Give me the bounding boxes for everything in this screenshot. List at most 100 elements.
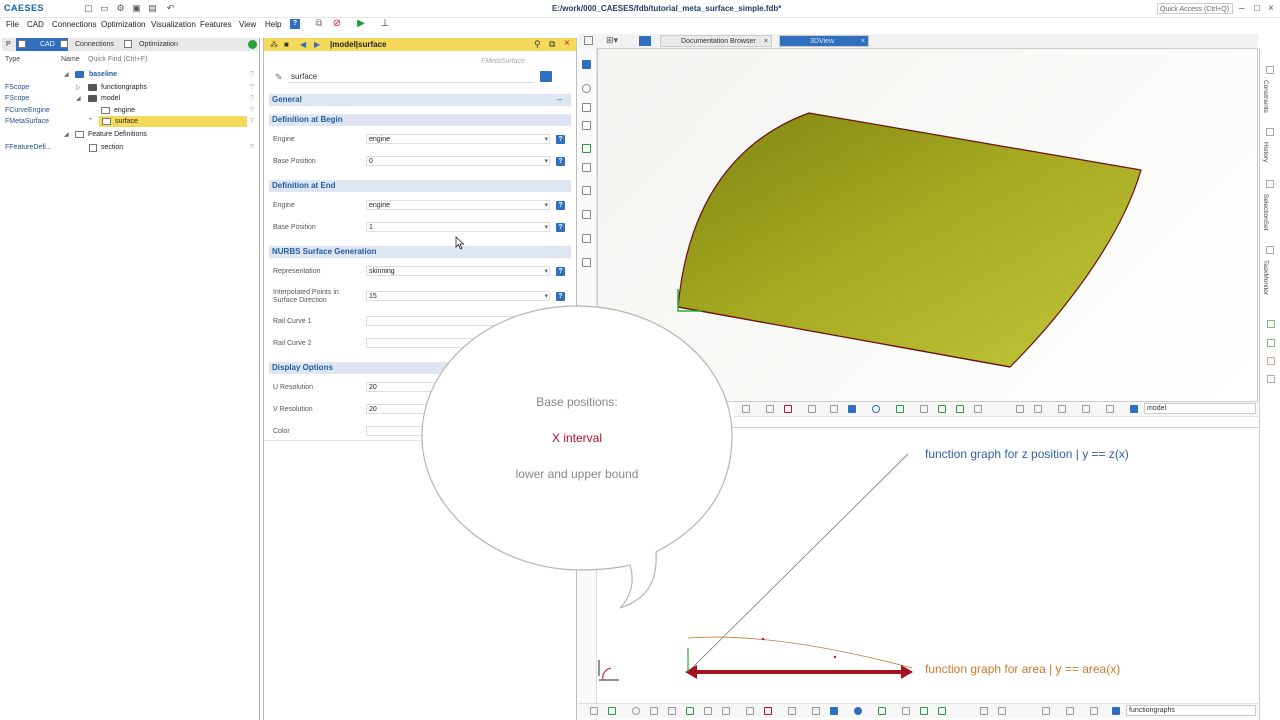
search-icon[interactable]: ⚲ bbox=[534, 39, 541, 50]
open-file-icon[interactable]: ▭ bbox=[100, 4, 109, 13]
view-iso-icon[interactable] bbox=[920, 405, 928, 413]
representation-select[interactable]: skinning ▾ bbox=[366, 266, 550, 276]
sidebar-tab-history[interactable]: History bbox=[1262, 142, 1269, 162]
info-icon[interactable] bbox=[854, 707, 862, 715]
menu-optimization[interactable]: Optimization bbox=[101, 20, 145, 29]
view-bottom-icon[interactable] bbox=[1034, 405, 1042, 413]
curve-icon[interactable] bbox=[668, 707, 676, 715]
feature-tool-icon[interactable] bbox=[582, 234, 591, 243]
section-definition-begin[interactable]: Definition at Begin bbox=[269, 114, 571, 126]
menu-features[interactable]: Features bbox=[200, 20, 232, 29]
search-icon[interactable] bbox=[1130, 405, 1138, 413]
fit-icon[interactable] bbox=[590, 707, 598, 715]
menu-visualization[interactable]: Visualization bbox=[151, 20, 196, 29]
sidebar-tab-constraints[interactable]: Constraints bbox=[1262, 80, 1269, 113]
grid-layout-icon[interactable]: ⊞▾ bbox=[606, 35, 618, 46]
menu-cad[interactable]: CAD bbox=[27, 20, 44, 29]
help-icon[interactable]: ? bbox=[556, 223, 565, 232]
lock-icon[interactable] bbox=[896, 405, 904, 413]
save-icon[interactable]: ▣ bbox=[132, 4, 141, 13]
maximize-icon[interactable]: □ bbox=[1254, 3, 1260, 14]
expand-icon[interactable]: ▷ bbox=[76, 84, 81, 91]
patch-icon[interactable] bbox=[704, 707, 712, 715]
end-base-input[interactable]: 1 ▾ bbox=[366, 222, 550, 232]
view-top-icon[interactable] bbox=[974, 405, 982, 413]
close-tab-icon[interactable]: × bbox=[764, 36, 768, 48]
tree-row-baseline[interactable]: ◢ baseline ? bbox=[0, 69, 258, 81]
info-icon[interactable] bbox=[872, 405, 880, 413]
grid-toggle-icon[interactable] bbox=[766, 405, 774, 413]
collapse-icon[interactable]: ◢ bbox=[64, 131, 69, 138]
help-icon[interactable]: ? bbox=[556, 267, 565, 276]
help-icon[interactable]: ? bbox=[556, 201, 565, 210]
quick-access-input[interactable]: Quick Access (Ctrl+Q) bbox=[1157, 3, 1233, 14]
selection-mode-icon[interactable] bbox=[830, 707, 838, 715]
collapse-icon[interactable]: ◢ bbox=[76, 95, 81, 102]
shading-icon[interactable] bbox=[812, 707, 820, 715]
view-icon[interactable] bbox=[639, 36, 651, 46]
begin-engine-select[interactable]: engine ▾ bbox=[366, 134, 550, 144]
run-icon[interactable]: ▶ bbox=[356, 19, 366, 29]
sidebar-tab-selectionset[interactable]: SelectionSet bbox=[1262, 194, 1269, 231]
graph-scope-input[interactable]: functiongraphs bbox=[1126, 705, 1256, 716]
grid-icon[interactable]: ⁂ bbox=[270, 40, 278, 49]
surface-tool-icon[interactable] bbox=[582, 144, 591, 153]
help-icon[interactable]: ? bbox=[556, 157, 565, 166]
help-icon[interactable]: ? bbox=[250, 95, 254, 102]
close-icon[interactable]: × bbox=[564, 38, 570, 49]
frame-icon[interactable] bbox=[808, 405, 816, 413]
tab-documentation-browser[interactable]: Documentation Browser × bbox=[660, 35, 772, 47]
screenshot-icon[interactable] bbox=[1082, 405, 1090, 413]
status-red-icon[interactable] bbox=[1267, 357, 1275, 365]
collapse-section-icon[interactable]: – bbox=[557, 94, 562, 104]
grid-icon[interactable] bbox=[1090, 707, 1098, 715]
chevron-down-icon[interactable]: ▾ bbox=[544, 157, 548, 166]
view-iso-icon[interactable] bbox=[902, 707, 910, 715]
chevron-down-icon[interactable]: ▾ bbox=[544, 267, 548, 276]
status-green-icon[interactable] bbox=[1267, 339, 1275, 347]
stop-render-icon[interactable] bbox=[784, 405, 792, 413]
curve-icon[interactable] bbox=[582, 121, 591, 130]
tab-3dview[interactable]: 3DView × bbox=[779, 35, 869, 47]
view-back-icon[interactable] bbox=[980, 707, 988, 715]
quick-find-input[interactable]: Quick Find (Ctrl+F) bbox=[88, 56, 147, 63]
help-icon[interactable]: ? bbox=[556, 135, 565, 144]
frame-icon[interactable] bbox=[788, 707, 796, 715]
stop-square-icon[interactable]: ■ bbox=[284, 40, 289, 49]
grid-toggle-icon[interactable] bbox=[746, 707, 754, 715]
object-name-input[interactable]: surface bbox=[288, 71, 534, 83]
tool-icon[interactable]: ⊥ bbox=[380, 19, 390, 29]
status-grey-icon[interactable] bbox=[1267, 375, 1275, 383]
close-window-icon[interactable]: × bbox=[1268, 3, 1274, 14]
chevron-down-icon[interactable]: ▾ bbox=[544, 135, 548, 144]
menu-connections[interactable]: Connections bbox=[52, 20, 96, 29]
tree-row-feature-definitions[interactable]: ◢ Feature Definitions bbox=[0, 129, 258, 141]
view-scope-input[interactable]: model bbox=[1144, 403, 1256, 414]
measure-view-icon[interactable] bbox=[1058, 405, 1066, 413]
copy-icon[interactable]: ⧉ bbox=[314, 19, 324, 29]
detach-icon[interactable]: ⧉ bbox=[549, 39, 555, 50]
new-file-icon[interactable]: ▢ bbox=[84, 4, 93, 13]
tab-optimization[interactable]: Optimization bbox=[122, 38, 194, 51]
view-side-icon[interactable] bbox=[938, 707, 946, 715]
view-front-icon[interactable] bbox=[920, 707, 928, 715]
section-nurbs[interactable]: NURBS Surface Generation bbox=[269, 246, 571, 258]
pen-icon[interactable] bbox=[722, 707, 730, 715]
section-general[interactable]: General bbox=[269, 94, 571, 106]
tree-row-engine[interactable]: FCurveEngine engine ? bbox=[0, 105, 258, 116]
grid-icon[interactable] bbox=[1106, 405, 1114, 413]
selection-mode-icon[interactable] bbox=[848, 405, 856, 413]
close-tab-icon[interactable]: × bbox=[861, 36, 865, 48]
stop-render-icon[interactable] bbox=[764, 707, 772, 715]
end-engine-select[interactable]: engine ▾ bbox=[366, 200, 550, 210]
measure-view-icon[interactable] bbox=[1042, 707, 1050, 715]
lock-icon[interactable] bbox=[878, 707, 886, 715]
help-icon[interactable]: ? bbox=[250, 84, 254, 91]
tree-row-model[interactable]: FScope ◢ model ? bbox=[0, 93, 258, 105]
measure-icon[interactable] bbox=[582, 210, 591, 219]
save-all-icon[interactable]: ▤ bbox=[148, 4, 157, 13]
surface-icon[interactable] bbox=[686, 707, 694, 715]
point-icon[interactable] bbox=[632, 707, 640, 715]
zoom-icon[interactable] bbox=[608, 707, 616, 715]
help-icon[interactable]: ? bbox=[250, 107, 254, 114]
